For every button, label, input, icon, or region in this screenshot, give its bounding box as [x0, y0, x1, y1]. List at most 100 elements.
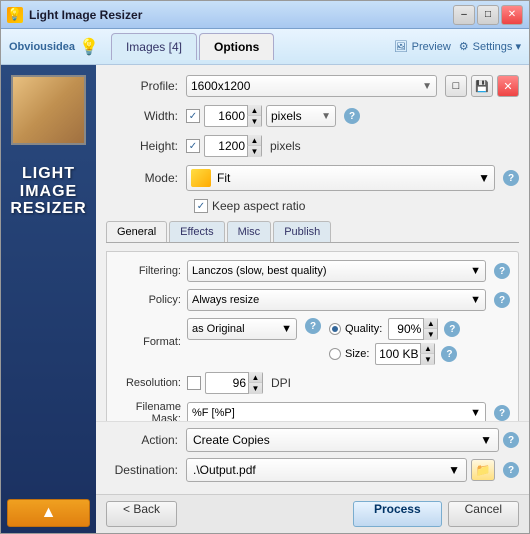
- profile-row: Profile: 1600x1200 ▼ □ 💾 ✕: [106, 75, 519, 97]
- profile-save-button[interactable]: 💾: [471, 75, 493, 97]
- height-checkbox[interactable]: [186, 139, 200, 153]
- sidebar: LIGHT IMAGE RESIZER ▲: [1, 65, 96, 533]
- process-button[interactable]: Process: [353, 501, 442, 527]
- action-label: Action:: [106, 433, 186, 447]
- height-decrement-button[interactable]: ▼: [247, 146, 261, 157]
- profile-copy-button[interactable]: □: [445, 75, 467, 97]
- mode-label: Mode:: [106, 171, 186, 185]
- format-chevron-icon: ▼: [281, 323, 292, 335]
- width-decrement-button[interactable]: ▼: [247, 116, 261, 127]
- size-input[interactable]: [376, 347, 420, 361]
- settings-button[interactable]: ⚙ Settings ▾: [459, 40, 521, 53]
- main-tabs: Images [4] Options: [111, 33, 276, 60]
- quality-increment-button[interactable]: ▲: [423, 318, 437, 329]
- height-increment-button[interactable]: ▲: [247, 135, 261, 146]
- quality-help-icon[interactable]: ?: [444, 321, 460, 337]
- destination-row: Destination: .\Output.pdf ▼ 📁 ?: [106, 458, 519, 482]
- size-help-icon[interactable]: ?: [441, 346, 457, 362]
- destination-dropdown[interactable]: .\Output.pdf ▼: [186, 458, 467, 482]
- quality-radio[interactable]: [329, 323, 341, 335]
- action-dropdown[interactable]: Create Copies ▼: [186, 428, 499, 452]
- action-chevron-icon: ▼: [480, 433, 492, 447]
- size-radio[interactable]: [329, 348, 341, 360]
- size-decrement-button[interactable]: ▼: [420, 354, 434, 365]
- quality-input[interactable]: [389, 322, 423, 336]
- preview-button[interactable]: 🖼 Preview: [394, 40, 451, 53]
- aspect-ratio-checkbox[interactable]: [194, 199, 208, 213]
- height-input[interactable]: [205, 139, 247, 153]
- size-spin-buttons: ▲ ▼: [420, 343, 434, 365]
- policy-control: Always resize ▼ ?: [187, 289, 510, 311]
- maximize-button[interactable]: □: [477, 5, 499, 25]
- close-button[interactable]: ✕: [501, 5, 523, 25]
- browse-folder-button[interactable]: 📁: [471, 459, 495, 481]
- height-spinbox[interactable]: ▲ ▼: [204, 135, 262, 157]
- height-row: Height: ▲ ▼ pixels: [106, 135, 519, 157]
- resolution-increment-button[interactable]: ▲: [248, 372, 262, 383]
- company-name: Obviousidea: [9, 41, 75, 53]
- minimize-button[interactable]: –: [453, 5, 475, 25]
- mode-control: Fit ▼ ?: [186, 165, 519, 191]
- toolbar-right: 🖼 Preview ⚙ Settings ▾: [394, 40, 521, 53]
- tab-publish[interactable]: Publish: [273, 221, 331, 242]
- mode-chevron-icon: ▼: [478, 171, 490, 185]
- destination-help-icon[interactable]: ?: [503, 462, 519, 478]
- format-dropdown[interactable]: as Original ▼: [187, 318, 297, 340]
- profile-label: Profile:: [106, 79, 186, 93]
- quality-group: Quality: ▲ ▼ ?: [329, 318, 460, 365]
- height-label: Height:: [106, 139, 186, 153]
- main-layout: LIGHT IMAGE RESIZER ▲ Profile: 1600x1200…: [1, 65, 529, 533]
- height-control: ▲ ▼ pixels: [186, 135, 301, 157]
- logo-icon: 💡: [79, 37, 99, 57]
- filename-dropdown[interactable]: %F [%P] ▼: [187, 402, 486, 421]
- resolution-spinbox[interactable]: ▲ ▼: [205, 372, 263, 394]
- width-checkbox[interactable]: [186, 109, 200, 123]
- width-spinbox[interactable]: ▲ ▼: [204, 105, 262, 127]
- quality-spin-buttons: ▲ ▼: [423, 318, 437, 340]
- width-help-icon[interactable]: ?: [344, 108, 360, 124]
- bottom-section: Action: Create Copies ▼ ? Destination: .…: [96, 421, 529, 494]
- width-input[interactable]: [205, 109, 247, 123]
- resolution-decrement-button[interactable]: ▼: [248, 383, 262, 394]
- size-spinbox[interactable]: ▲ ▼: [375, 343, 435, 365]
- policy-dropdown[interactable]: Always resize ▼: [187, 289, 486, 311]
- resolution-row: Resolution: ▲ ▼ DPI: [115, 372, 510, 394]
- profile-delete-button[interactable]: ✕: [497, 75, 519, 97]
- format-help-icon[interactable]: ?: [305, 318, 321, 334]
- profile-dropdown[interactable]: 1600x1200 ▼: [186, 75, 437, 97]
- window-controls: – □ ✕: [453, 5, 523, 25]
- filtering-dropdown[interactable]: Lanczos (slow, best quality) ▼: [187, 260, 486, 282]
- filtering-help-icon[interactable]: ?: [494, 263, 510, 279]
- resolution-checkbox[interactable]: [187, 376, 201, 390]
- aspect-ratio-label: Keep aspect ratio: [212, 199, 305, 213]
- filename-chevron-icon: ▼: [470, 407, 481, 419]
- policy-help-icon[interactable]: ?: [494, 292, 510, 308]
- height-spinbox-buttons: ▲ ▼: [247, 135, 261, 157]
- process-buttons: Process Cancel: [353, 501, 519, 527]
- tab-misc[interactable]: Misc: [227, 221, 272, 242]
- chevron-down-icon: ▼: [422, 81, 432, 92]
- tab-effects[interactable]: Effects: [169, 221, 224, 242]
- resolution-input[interactable]: [206, 376, 248, 390]
- back-button[interactable]: < Back: [106, 501, 177, 527]
- quality-spinbox[interactable]: ▲ ▼: [388, 318, 438, 340]
- size-increment-button[interactable]: ▲: [420, 343, 434, 354]
- tab-options[interactable]: Options: [199, 33, 274, 60]
- quality-decrement-button[interactable]: ▼: [423, 329, 437, 340]
- tab-general[interactable]: General: [106, 221, 167, 242]
- filename-help-icon[interactable]: ?: [494, 405, 510, 421]
- action-help-icon[interactable]: ?: [503, 432, 519, 448]
- width-increment-button[interactable]: ▲: [247, 105, 261, 116]
- profile-control: 1600x1200 ▼ □ 💾 ✕: [186, 75, 519, 97]
- width-unit-dropdown[interactable]: pixels ▼: [266, 105, 336, 127]
- height-unit: pixels: [270, 139, 301, 153]
- mode-dropdown[interactable]: Fit ▼: [186, 165, 495, 191]
- mode-help-icon[interactable]: ?: [503, 170, 519, 186]
- sidebar-artwork: [11, 75, 86, 145]
- sidebar-arrow-button[interactable]: ▲: [7, 499, 90, 527]
- unit-chevron-icon: ▼: [321, 111, 331, 122]
- size-radio-row: Size: ▲ ▼ ?: [329, 343, 460, 365]
- inner-tabs: General Effects Misc Publish: [106, 221, 519, 243]
- tab-images[interactable]: Images [4]: [111, 33, 197, 60]
- cancel-button[interactable]: Cancel: [448, 501, 519, 527]
